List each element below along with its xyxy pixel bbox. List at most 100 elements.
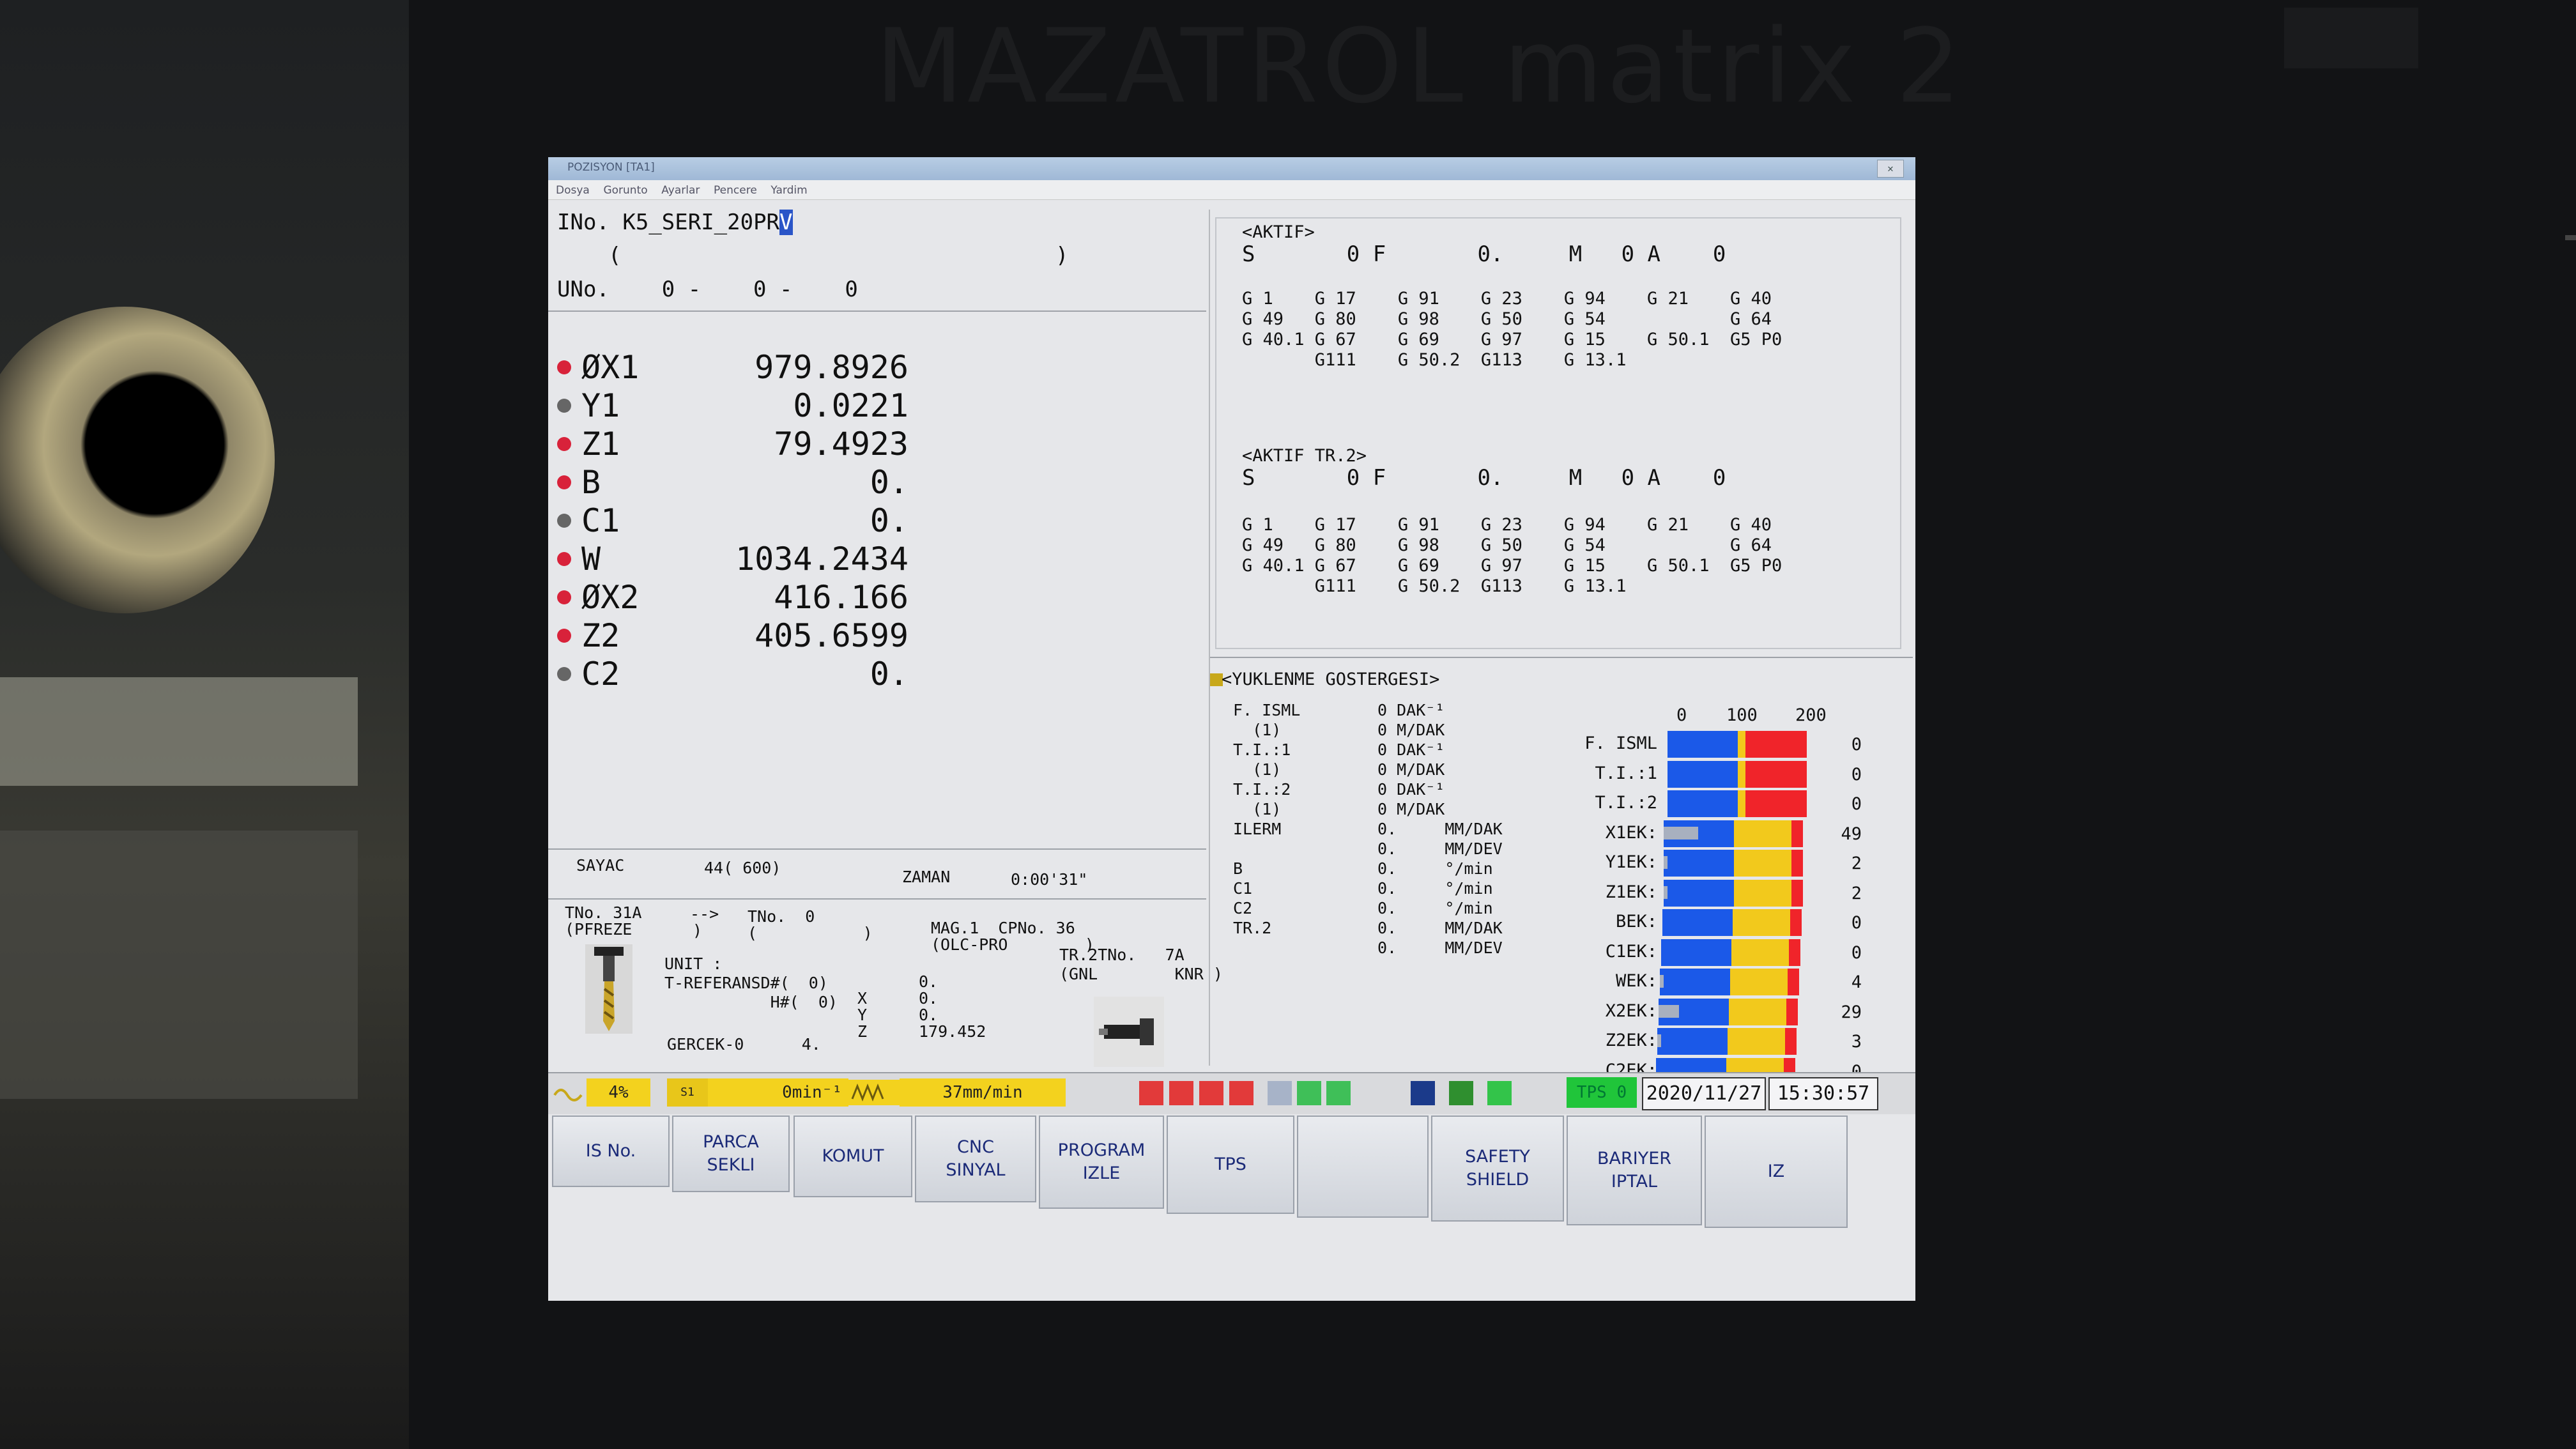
menu-item-gorunto[interactable]: Gorunto bbox=[603, 184, 647, 197]
status-bar: 4% S1 0min⁻¹ 37mm/min TPS 0 2020/11/27 1… bbox=[548, 1072, 1915, 1114]
menu-item-ayarlar[interactable]: Ayarlar bbox=[661, 184, 700, 197]
load-bar-blue bbox=[1661, 939, 1731, 966]
load-bar-blue bbox=[1657, 1028, 1728, 1055]
close-button[interactable]: ✕ bbox=[1877, 160, 1904, 178]
modal-panel: <AKTIF> S 0 F 0. M 0 A 0 G 1 G 17 G 91 G… bbox=[1209, 210, 1913, 1085]
xyz-axis-labels: X Y Z bbox=[857, 989, 868, 1041]
axis-row: ØX2 416.166 bbox=[557, 579, 915, 617]
load-row-value: 49 bbox=[1841, 824, 1862, 844]
load-bar bbox=[1659, 998, 1798, 1025]
load-row-label: X1EK: bbox=[1605, 822, 1657, 843]
axis-name: Y1 bbox=[581, 387, 620, 424]
load-bar bbox=[1664, 879, 1803, 907]
load-bar bbox=[1657, 1028, 1797, 1055]
menu-item-yardim[interactable]: Yardim bbox=[770, 184, 807, 197]
softkey-bariyer-iptal[interactable]: BARIYER IPTAL bbox=[1567, 1116, 1702, 1225]
axis-status-dot bbox=[557, 399, 571, 413]
softkey-komut[interactable]: KOMUT bbox=[793, 1116, 912, 1197]
position-panel: INo. K5_SERI_20PRV ( ) UNo. 0 - 0 - 0 ØX… bbox=[548, 210, 1223, 1067]
load-bar-yellow bbox=[1734, 820, 1791, 847]
load-row-value: 0 bbox=[1851, 913, 1862, 933]
coolant-icon[interactable] bbox=[1229, 1081, 1254, 1105]
load-row-value: 0 bbox=[1851, 735, 1862, 755]
aktif-gcode-line: G111 G 50.2 G113 G 13.1 bbox=[1242, 350, 1627, 370]
load-row-value: 29 bbox=[1841, 1002, 1862, 1022]
load-title: <YUKLENME GOSTERGESI> bbox=[1222, 670, 1440, 689]
feed-rate: 37mm/min bbox=[900, 1078, 1066, 1107]
date-display: 2020/11/27 bbox=[1642, 1077, 1766, 1110]
load-bar-blue bbox=[1667, 790, 1738, 817]
axis-name: C2 bbox=[581, 656, 620, 693]
gercek-value: GERCEK-0 4. bbox=[667, 1035, 821, 1054]
window-titlebar: POZISYON [TA1] ✕ bbox=[548, 157, 1915, 180]
axis-row: B 0. bbox=[557, 464, 915, 502]
axis-name: W bbox=[581, 540, 601, 578]
tool-arrow: --> bbox=[690, 905, 719, 923]
divider bbox=[548, 848, 1206, 850]
axis-row: Z2 405.6599 bbox=[557, 617, 915, 656]
program-number[interactable]: INo. K5_SERI_20PRV bbox=[557, 210, 793, 235]
axis-status-dot bbox=[557, 437, 571, 451]
ino-value: K5_SERI_20PR bbox=[622, 210, 780, 235]
screen-mode-icon[interactable] bbox=[1411, 1081, 1435, 1105]
load-level-fill bbox=[1664, 826, 1698, 839]
softkey-parca-sekli[interactable]: PARCA SEKLI bbox=[672, 1116, 790, 1192]
load-bar-blue bbox=[1664, 879, 1734, 907]
load-bar-yellow bbox=[1729, 998, 1786, 1025]
stop-icon[interactable] bbox=[1169, 1081, 1193, 1105]
axis-row: C1 0. bbox=[557, 502, 915, 540]
axis-value: 0. bbox=[870, 502, 908, 539]
load-bar-red bbox=[1786, 998, 1798, 1025]
load-left-values: 0 DAK⁻¹ 0 M/DAK 0 DAK⁻¹ 0 M/DAK 0 DAK⁻¹ … bbox=[1377, 701, 1503, 957]
alarm-icon[interactable] bbox=[1139, 1081, 1163, 1105]
sayac-label: SAYAC bbox=[576, 856, 625, 875]
load-row-value: 2 bbox=[1851, 854, 1862, 873]
load-level-fill bbox=[1664, 856, 1667, 869]
unit-reference: UNIT : T-REFERANSD#( 0) H#( 0) bbox=[664, 954, 838, 1011]
axis-value: 405.6599 bbox=[755, 617, 908, 654]
load-row-value: 0 bbox=[1851, 942, 1862, 963]
mode-icon[interactable] bbox=[1268, 1081, 1292, 1105]
softkey-iz[interactable]: IZ bbox=[1705, 1116, 1848, 1228]
axis-status-dot bbox=[557, 590, 571, 604]
zaman-value: 0:00'31" bbox=[1011, 870, 1088, 889]
axis-status-dot bbox=[557, 475, 571, 489]
softkey-is-no[interactable]: IS No. bbox=[552, 1116, 670, 1187]
menu-item-dosya[interactable]: Dosya bbox=[556, 184, 590, 197]
door-icon[interactable] bbox=[1199, 1081, 1223, 1105]
load-bar-yellow bbox=[1738, 760, 1745, 788]
zaman-label: ZAMAN bbox=[902, 868, 951, 886]
brand-logo: MAZATROL matrix 2 bbox=[875, 6, 1965, 126]
ino-label: INo. bbox=[557, 210, 610, 235]
load-bar bbox=[1667, 760, 1807, 788]
softkey-program-izle[interactable]: PROGRAM IZLE bbox=[1039, 1116, 1164, 1209]
spindle-speed: 0min⁻¹ bbox=[708, 1078, 848, 1107]
load-bar bbox=[1667, 731, 1807, 758]
tool-number: TNo. 31A (PFREZE bbox=[565, 903, 642, 939]
load-row-value: 0 bbox=[1851, 794, 1862, 814]
load-bar-blue bbox=[1667, 760, 1738, 788]
axis-row: ØX1 979.8926 bbox=[557, 349, 915, 387]
load-bar bbox=[1667, 790, 1807, 817]
single-block-icon[interactable] bbox=[1297, 1081, 1321, 1105]
axis-status-dot bbox=[557, 552, 571, 566]
menu-item-pencere[interactable]: Pencere bbox=[714, 184, 757, 197]
axis-name: ØX2 bbox=[581, 579, 640, 616]
softkey-empty[interactable] bbox=[1297, 1116, 1429, 1218]
softkey-tps[interactable]: TPS bbox=[1167, 1116, 1294, 1214]
machine-bed bbox=[0, 831, 358, 1099]
load-row-label: T.I.:1 bbox=[1595, 763, 1657, 783]
axis-name: C1 bbox=[581, 502, 620, 539]
softkey-safety-shield[interactable]: SAFETY SHIELD bbox=[1431, 1116, 1564, 1222]
message-icon[interactable] bbox=[1487, 1081, 1512, 1105]
music-icon[interactable] bbox=[1449, 1081, 1473, 1105]
load-bar-red bbox=[1791, 879, 1803, 907]
softkey-cnc-sinyal[interactable]: CNC SINYAL bbox=[915, 1116, 1036, 1202]
time-display: 15:30:57 bbox=[1768, 1077, 1878, 1110]
optional-stop-icon[interactable] bbox=[1326, 1081, 1351, 1105]
load-bar-yellow bbox=[1738, 731, 1745, 758]
axis-status-dot bbox=[557, 360, 571, 374]
load-bar bbox=[1661, 939, 1800, 966]
load-row-label: Y1EK: bbox=[1605, 852, 1657, 872]
load-warning-icon bbox=[1210, 673, 1223, 686]
